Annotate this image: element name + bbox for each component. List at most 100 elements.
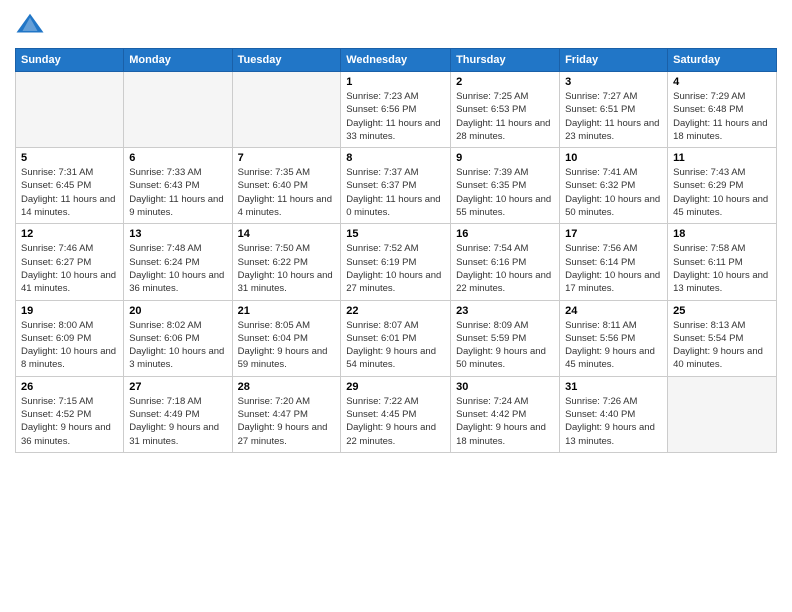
- day-info: Sunrise: 8:09 AM Sunset: 5:59 PM Dayligh…: [456, 319, 554, 372]
- day-number: 8: [346, 152, 445, 164]
- week-row-2: 12 Sunrise: 7:46 AM Sunset: 6:27 PM Dayli…: [16, 224, 777, 300]
- day-info: Sunrise: 7:41 AM Sunset: 6:32 PM Dayligh…: [565, 166, 662, 219]
- calendar-cell: 24 Sunrise: 8:11 AM Sunset: 5:56 PM Dayli…: [560, 300, 668, 376]
- weekday-header-saturday: Saturday: [668, 49, 777, 72]
- day-info: Sunrise: 8:11 AM Sunset: 5:56 PM Dayligh…: [565, 319, 662, 372]
- calendar-cell: 11 Sunrise: 7:43 AM Sunset: 6:29 PM Dayli…: [668, 148, 777, 224]
- day-number: 16: [456, 228, 554, 240]
- calendar-cell: 22 Sunrise: 8:07 AM Sunset: 6:01 PM Dayli…: [341, 300, 451, 376]
- day-number: 2: [456, 76, 554, 88]
- day-number: 9: [456, 152, 554, 164]
- calendar-cell: 14Sunrise: 7:50 AM Sunset: 6:22 PM Dayli…: [232, 224, 341, 300]
- weekday-header-friday: Friday: [560, 49, 668, 72]
- day-info: Sunrise: 7:39 AM Sunset: 6:35 PM Dayligh…: [456, 166, 554, 219]
- day-number: 25: [673, 305, 771, 317]
- week-row-0: 1Sunrise: 7:23 AM Sunset: 6:56 PM Daylig…: [16, 72, 777, 148]
- weekday-header-wednesday: Wednesday: [341, 49, 451, 72]
- calendar-cell: 28Sunrise: 7:20 AM Sunset: 4:47 PM Dayli…: [232, 376, 341, 452]
- day-number: 27: [129, 381, 226, 393]
- day-info: Sunrise: 7:46 AM Sunset: 6:27 PM Dayligh…: [21, 242, 118, 295]
- day-number: 19: [21, 305, 118, 317]
- day-number: 10: [565, 152, 662, 164]
- calendar-cell: 31 Sunrise: 7:26 AM Sunset: 4:40 PM Dayli…: [560, 376, 668, 452]
- calendar-cell: 4 Sunrise: 7:29 AM Sunset: 6:48 PM Daylig…: [668, 72, 777, 148]
- calendar-cell: 20 Sunrise: 8:02 AM Sunset: 6:06 PM Dayli…: [124, 300, 232, 376]
- day-number: 12: [21, 228, 118, 240]
- calendar-cell: 19 Sunrise: 8:00 AM Sunset: 6:09 PM Dayli…: [16, 300, 124, 376]
- day-info: Sunrise: 7:27 AM Sunset: 6:51 PM Dayligh…: [565, 90, 662, 143]
- calendar-cell: 23 Sunrise: 8:09 AM Sunset: 5:59 PM Dayli…: [451, 300, 560, 376]
- day-info: Sunrise: 7:24 AM Sunset: 4:42 PM Dayligh…: [456, 395, 554, 448]
- day-number: 17: [565, 228, 662, 240]
- day-info: Sunrise: 7:35 AM Sunset: 6:40 PM Dayligh…: [238, 166, 336, 219]
- day-info: Sunrise: 7:33 AM Sunset: 6:43 PM Dayligh…: [129, 166, 226, 219]
- day-number: 30: [456, 381, 554, 393]
- day-info: Sunrise: 7:22 AM Sunset: 4:45 PM Dayligh…: [346, 395, 445, 448]
- calendar-cell: [16, 72, 124, 148]
- day-info: Sunrise: 7:37 AM Sunset: 6:37 PM Dayligh…: [346, 166, 445, 219]
- day-number: 11: [673, 152, 771, 164]
- day-info: Sunrise: 7:26 AM Sunset: 4:40 PM Dayligh…: [565, 395, 662, 448]
- day-info: Sunrise: 7:52 AM Sunset: 6:19 PM Dayligh…: [346, 242, 445, 295]
- weekday-header-row: SundayMondayTuesdayWednesdayThursdayFrid…: [16, 49, 777, 72]
- day-number: 24: [565, 305, 662, 317]
- calendar-cell: [668, 376, 777, 452]
- day-number: 23: [456, 305, 554, 317]
- day-number: 4: [673, 76, 771, 88]
- header: [15, 10, 777, 40]
- day-number: 1: [346, 76, 445, 88]
- day-info: Sunrise: 7:15 AM Sunset: 4:52 PM Dayligh…: [21, 395, 118, 448]
- calendar-cell: 27 Sunrise: 7:18 AM Sunset: 4:49 PM Dayli…: [124, 376, 232, 452]
- day-number: 15: [346, 228, 445, 240]
- calendar-cell: 13 Sunrise: 7:48 AM Sunset: 6:24 PM Dayli…: [124, 224, 232, 300]
- calendar-cell: 26 Sunrise: 7:15 AM Sunset: 4:52 PM Dayli…: [16, 376, 124, 452]
- page: SundayMondayTuesdayWednesdayThursdayFrid…: [0, 0, 792, 612]
- day-number: 20: [129, 305, 226, 317]
- day-info: Sunrise: 8:00 AM Sunset: 6:09 PM Dayligh…: [21, 319, 118, 372]
- calendar-cell: 30 Sunrise: 7:24 AM Sunset: 4:42 PM Dayli…: [451, 376, 560, 452]
- day-info: Sunrise: 7:31 AM Sunset: 6:45 PM Dayligh…: [21, 166, 118, 219]
- calendar-cell: 1Sunrise: 7:23 AM Sunset: 6:56 PM Daylig…: [341, 72, 451, 148]
- weekday-header-monday: Monday: [124, 49, 232, 72]
- week-row-1: 5 Sunrise: 7:31 AM Sunset: 6:45 PM Daylig…: [16, 148, 777, 224]
- day-number: 7: [238, 152, 336, 164]
- day-number: 22: [346, 305, 445, 317]
- day-info: Sunrise: 7:20 AM Sunset: 4:47 PM Dayligh…: [238, 395, 336, 448]
- calendar-cell: 10 Sunrise: 7:41 AM Sunset: 6:32 PM Dayli…: [560, 148, 668, 224]
- calendar-cell: 2 Sunrise: 7:25 AM Sunset: 6:53 PM Daylig…: [451, 72, 560, 148]
- calendar-cell: 18 Sunrise: 7:58 AM Sunset: 6:11 PM Dayli…: [668, 224, 777, 300]
- calendar-cell: 5 Sunrise: 7:31 AM Sunset: 6:45 PM Daylig…: [16, 148, 124, 224]
- day-number: 31: [565, 381, 662, 393]
- day-number: 3: [565, 76, 662, 88]
- week-row-3: 19 Sunrise: 8:00 AM Sunset: 6:09 PM Dayli…: [16, 300, 777, 376]
- weekday-header-sunday: Sunday: [16, 49, 124, 72]
- day-info: Sunrise: 7:56 AM Sunset: 6:14 PM Dayligh…: [565, 242, 662, 295]
- calendar-cell: 16Sunrise: 7:54 AM Sunset: 6:16 PM Dayli…: [451, 224, 560, 300]
- calendar-cell: [124, 72, 232, 148]
- day-info: Sunrise: 7:50 AM Sunset: 6:22 PM Dayligh…: [238, 242, 336, 295]
- day-number: 13: [129, 228, 226, 240]
- calendar-cell: 29Sunrise: 7:22 AM Sunset: 4:45 PM Dayli…: [341, 376, 451, 452]
- day-number: 5: [21, 152, 118, 164]
- day-number: 26: [21, 381, 118, 393]
- day-info: Sunrise: 7:29 AM Sunset: 6:48 PM Dayligh…: [673, 90, 771, 143]
- day-info: Sunrise: 7:25 AM Sunset: 6:53 PM Dayligh…: [456, 90, 554, 143]
- logo: [15, 10, 49, 40]
- day-info: Sunrise: 7:58 AM Sunset: 6:11 PM Dayligh…: [673, 242, 771, 295]
- day-info: Sunrise: 8:02 AM Sunset: 6:06 PM Dayligh…: [129, 319, 226, 372]
- day-info: Sunrise: 7:48 AM Sunset: 6:24 PM Dayligh…: [129, 242, 226, 295]
- calendar-cell: 12 Sunrise: 7:46 AM Sunset: 6:27 PM Dayli…: [16, 224, 124, 300]
- day-number: 21: [238, 305, 336, 317]
- calendar-cell: 25 Sunrise: 8:13 AM Sunset: 5:54 PM Dayli…: [668, 300, 777, 376]
- weekday-header-tuesday: Tuesday: [232, 49, 341, 72]
- calendar-cell: 21 Sunrise: 8:05 AM Sunset: 6:04 PM Dayli…: [232, 300, 341, 376]
- day-info: Sunrise: 7:18 AM Sunset: 4:49 PM Dayligh…: [129, 395, 226, 448]
- day-info: Sunrise: 8:05 AM Sunset: 6:04 PM Dayligh…: [238, 319, 336, 372]
- calendar-cell: 9 Sunrise: 7:39 AM Sunset: 6:35 PM Daylig…: [451, 148, 560, 224]
- calendar-cell: [232, 72, 341, 148]
- weekday-header-thursday: Thursday: [451, 49, 560, 72]
- day-info: Sunrise: 7:43 AM Sunset: 6:29 PM Dayligh…: [673, 166, 771, 219]
- day-info: Sunrise: 8:13 AM Sunset: 5:54 PM Dayligh…: [673, 319, 771, 372]
- day-info: Sunrise: 8:07 AM Sunset: 6:01 PM Dayligh…: [346, 319, 445, 372]
- day-number: 18: [673, 228, 771, 240]
